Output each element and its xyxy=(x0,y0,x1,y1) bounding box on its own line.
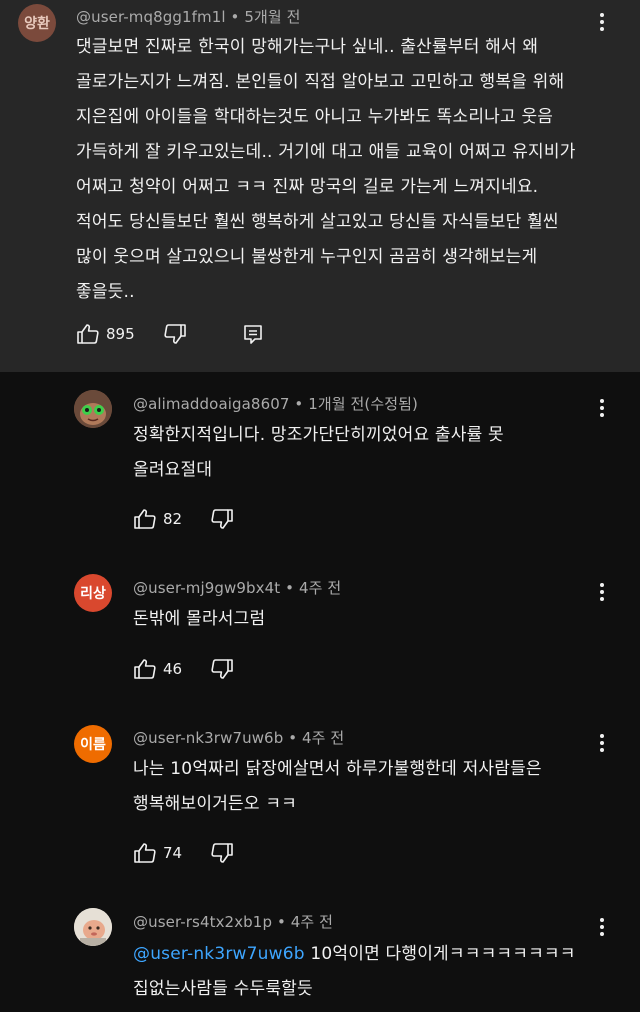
comment-text: 정확한지적입니다. 망조가단단히끼었어요 출사률 못 올려요절대 xyxy=(133,425,504,480)
comment-author[interactable]: @user-nk3rw7uw6b xyxy=(133,729,283,747)
avatar-initials: 리상 xyxy=(80,586,106,602)
comment-time: • 4주 전 xyxy=(288,729,345,747)
comment-actions: 82 xyxy=(133,507,234,531)
comment-meta: @user-mj9gw9bx4t • 4주 전 xyxy=(133,577,341,598)
avatar-initials: 양환 xyxy=(24,16,50,32)
avatar[interactable]: 리상 xyxy=(74,574,112,612)
comment-meta: @alimaddoaiga8607 • 1개월 전(수정됨) xyxy=(133,393,418,414)
avatar[interactable] xyxy=(74,908,112,946)
comment-time: • 4주 전 xyxy=(276,913,334,931)
comment-meta: @user-nk3rw7uw6b • 4주 전 xyxy=(133,727,344,748)
thumbs-up-icon[interactable] xyxy=(133,507,157,531)
comment-text: 돈밖에 몰라서그럼 xyxy=(133,609,266,629)
comment-author[interactable]: @user-mj9gw9bx4t xyxy=(133,579,280,597)
comment-text: 댓글보면 진짜로 한국이 망해가는구나 싶네.. 출산률부터 해서 왜 골로가는… xyxy=(76,37,576,302)
reply-icon[interactable] xyxy=(241,322,265,346)
like-count: 46 xyxy=(163,660,183,678)
cartoon-avatar-icon xyxy=(74,908,112,946)
like-count: 82 xyxy=(163,510,183,528)
comment-actions: 74 xyxy=(133,841,234,865)
comment-time: • 4주 전 xyxy=(285,579,342,597)
thumbs-up-icon[interactable] xyxy=(133,841,157,865)
comment-meta: @user-rs4tx2xb1p • 4주 전 xyxy=(133,911,333,932)
thumbs-up-icon[interactable] xyxy=(133,657,157,681)
cartoon-avatar-icon xyxy=(74,390,112,428)
thumbs-down-icon[interactable] xyxy=(210,507,234,531)
comment-actions: 895 xyxy=(76,322,265,346)
avatar[interactable]: 이름 xyxy=(74,725,112,763)
comment-author[interactable]: @user-rs4tx2xb1p xyxy=(133,913,272,931)
avatar[interactable]: 양환 xyxy=(18,4,56,42)
comment-meta: @user-mq8gg1fm1l • 5개월 전 xyxy=(76,6,301,27)
comment-time: • 1개월 전(수정됨) xyxy=(294,395,419,413)
comment-time: • 5개월 전 xyxy=(230,8,301,26)
comment-text: @user-nk3rw7uw6b 10억이면 다행이게ㅋㅋㅋㅋㅋㅋㅋㅋ 집없는사… xyxy=(133,937,613,1007)
thumbs-up-icon[interactable] xyxy=(76,322,100,346)
thumbs-down-icon[interactable] xyxy=(210,657,234,681)
thumbs-down-icon[interactable] xyxy=(210,841,234,865)
mention-link[interactable]: @user-nk3rw7uw6b xyxy=(133,944,305,964)
avatar[interactable] xyxy=(74,390,112,428)
comment-text: 나는 10억짜리 닭장에살면서 하루가불행한데 저사람들은 행복해보이거든오 ㅋ… xyxy=(133,759,542,814)
avatar-initials: 이름 xyxy=(80,737,106,753)
comment-author[interactable]: @user-mq8gg1fm1l xyxy=(76,8,226,26)
like-count: 895 xyxy=(106,325,135,343)
comment-author[interactable]: @alimaddoaiga8607 xyxy=(133,395,290,413)
comment-actions: 46 xyxy=(133,657,234,681)
thumbs-down-icon[interactable] xyxy=(163,322,187,346)
like-count: 74 xyxy=(163,844,183,862)
